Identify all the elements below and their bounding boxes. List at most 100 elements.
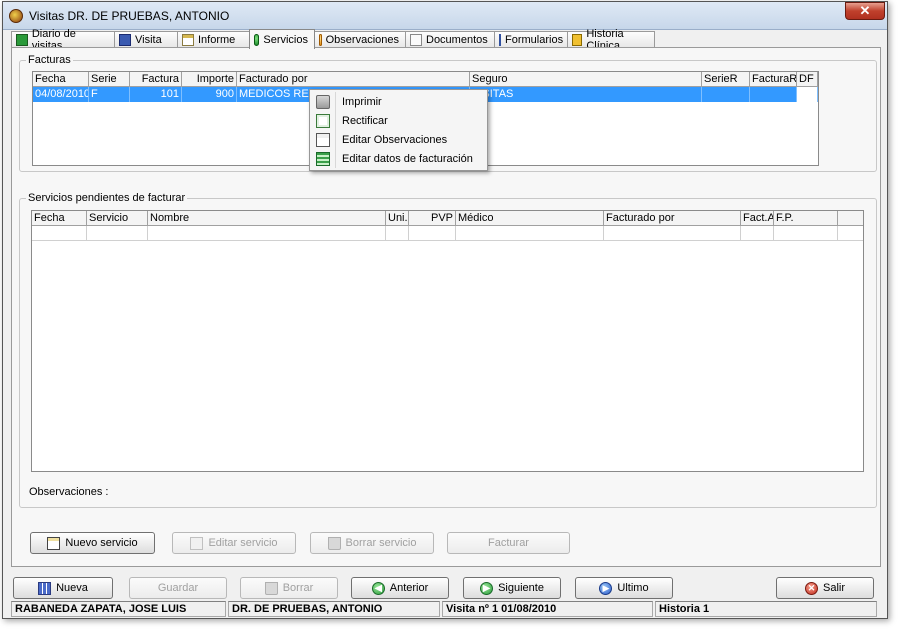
column-header-fecha[interactable]: Fecha	[32, 211, 87, 226]
tab-label: Documentos	[426, 34, 488, 46]
guardar-button[interactable]: Guardar	[129, 577, 227, 599]
cell-factura: 101	[130, 87, 182, 102]
status-history: Historia 1	[655, 601, 877, 617]
diary-icon	[16, 34, 28, 46]
column-header-pvp[interactable]: PVP	[409, 211, 456, 226]
title-bar[interactable]: Visitas DR. DE PRUEBAS, ANTONIO ✕	[3, 2, 887, 30]
cell	[87, 226, 148, 241]
column-header-fact-a[interactable]: Fact.A	[741, 211, 774, 226]
column-header-serie[interactable]: Serie	[89, 72, 130, 87]
trash-icon	[327, 536, 341, 550]
close-button[interactable]: ✕	[845, 2, 885, 20]
button-label: Salir	[822, 582, 845, 594]
column-header-servicio[interactable]: Servicio	[87, 211, 148, 226]
arrow-left-icon: ◀	[371, 581, 385, 595]
menu-item-imprimir[interactable]: Imprimir	[312, 92, 485, 111]
menu-separator	[335, 92, 336, 168]
salir-button[interactable]: ✕ Salir	[776, 577, 874, 599]
tab-documentos[interactable]: Documentos	[405, 31, 495, 48]
table-row-empty[interactable]	[32, 226, 863, 241]
observations-icon	[319, 34, 322, 46]
cell-df	[797, 87, 818, 102]
pendientes-group-label: Servicios pendientes de facturar	[26, 192, 188, 204]
column-header-fecha[interactable]: Fecha	[33, 72, 89, 87]
button-label: Facturar	[488, 537, 529, 549]
borrar-button[interactable]: Borrar	[240, 577, 338, 599]
button-label: Nueva	[56, 582, 88, 594]
cell	[741, 226, 774, 241]
button-label: Nuevo servicio	[65, 537, 138, 549]
trash-icon	[264, 581, 278, 595]
anterior-button[interactable]: ◀ Anterior	[351, 577, 449, 599]
status-bar: RABANEDA ZAPATA, JOSE LUIS DR. DE PRUEBA…	[11, 601, 881, 617]
column-header-facturado-por[interactable]: Facturado por	[604, 211, 741, 226]
billing-data-icon	[316, 151, 330, 166]
ultimo-button[interactable]: ▶ Ultimo	[575, 577, 673, 599]
tab-label: Servicios	[263, 33, 308, 46]
button-label: Borrar servicio	[345, 537, 417, 549]
tab-label: Informe	[198, 34, 236, 46]
pendientes-grid[interactable]: Fecha Servicio Nombre Uni. PVP Médico Fa…	[31, 210, 864, 472]
tab-label: Visita	[135, 34, 162, 46]
app-logo-icon	[9, 9, 23, 23]
menu-item-label: Imprimir	[342, 95, 382, 108]
menu-item-label: Editar Observaciones	[342, 133, 448, 146]
window-title: Visitas DR. DE PRUEBAS, ANTONIO	[29, 9, 230, 23]
new-document-icon	[47, 536, 61, 550]
edit-notes-icon	[316, 132, 330, 147]
cell	[604, 226, 741, 241]
documents-icon	[410, 34, 422, 46]
column-header-fp[interactable]: F.P.	[774, 211, 838, 226]
nuevo-servicio-button[interactable]: Nuevo servicio	[30, 532, 155, 554]
tab-formularios[interactable]: Formularios	[494, 31, 568, 48]
borrar-servicio-button[interactable]: Borrar servicio	[310, 532, 434, 554]
column-header-facturar[interactable]: FacturaR	[750, 72, 797, 87]
tab-label: Observaciones	[325, 34, 399, 46]
editar-servicio-button[interactable]: Editar servicio	[172, 532, 296, 554]
menu-item-rectificar[interactable]: Rectificar	[312, 111, 485, 130]
menu-item-label: Editar datos de facturación	[342, 152, 473, 165]
clinical-history-icon	[572, 34, 583, 46]
cell	[148, 226, 386, 241]
column-header-medico[interactable]: Médico	[456, 211, 604, 226]
cell-serier	[702, 87, 750, 102]
menu-item-editar-datos-facturacion[interactable]: Editar datos de facturación	[312, 149, 485, 168]
tab-historia-clinica[interactable]: Historia Clínica	[567, 28, 655, 52]
column-header-factura[interactable]: Factura	[130, 72, 182, 87]
tab-observaciones[interactable]: Observaciones	[314, 31, 406, 48]
menu-item-editar-observaciones[interactable]: Editar Observaciones	[312, 130, 485, 149]
cell	[456, 226, 604, 241]
grid-icon	[38, 581, 52, 595]
printer-icon	[316, 94, 330, 109]
facturas-grid-header: Fecha Serie Factura Importe Facturado po…	[33, 72, 818, 87]
tab-informe[interactable]: Informe	[177, 31, 250, 48]
column-header-facturado-por[interactable]: Facturado por	[237, 72, 470, 87]
column-header-seguro[interactable]: Seguro	[470, 72, 702, 87]
observaciones-label: Observaciones :	[29, 486, 109, 498]
cell-seguro: VISITAS	[470, 87, 702, 102]
tab-servicios[interactable]: Servicios	[249, 29, 315, 49]
status-patient: RABANEDA ZAPATA, JOSE LUIS	[11, 601, 226, 617]
exit-icon: ✕	[804, 581, 818, 595]
column-header-uni[interactable]: Uni.	[386, 211, 409, 226]
tab-diario-de-visitas[interactable]: Diario de visitas	[11, 28, 115, 52]
cell-fecha: 04/08/2010	[33, 87, 89, 102]
report-icon	[182, 34, 194, 46]
column-header-importe[interactable]: Importe	[182, 72, 237, 87]
button-label: Ultimo	[617, 582, 649, 594]
facturas-group-label: Facturas	[26, 54, 73, 66]
button-label: Borrar	[282, 582, 314, 594]
button-label: Siguiente	[498, 582, 544, 594]
cell-facturar	[750, 87, 797, 102]
facturar-button[interactable]: Facturar	[447, 532, 570, 554]
column-header-serier[interactable]: SerieR	[702, 72, 750, 87]
siguiente-button[interactable]: ▶ Siguiente	[463, 577, 561, 599]
context-menu: Imprimir Rectificar Editar Observaciones…	[309, 89, 488, 171]
visit-icon	[119, 34, 131, 46]
column-header-nombre[interactable]: Nombre	[148, 211, 386, 226]
menu-item-label: Rectificar	[342, 114, 388, 127]
tab-bar: Diario de visitas Visita Informe Servici…	[11, 28, 655, 52]
column-header-df[interactable]: DF	[797, 72, 818, 87]
nueva-button[interactable]: Nueva	[13, 577, 113, 599]
tab-visita[interactable]: Visita	[114, 31, 178, 48]
